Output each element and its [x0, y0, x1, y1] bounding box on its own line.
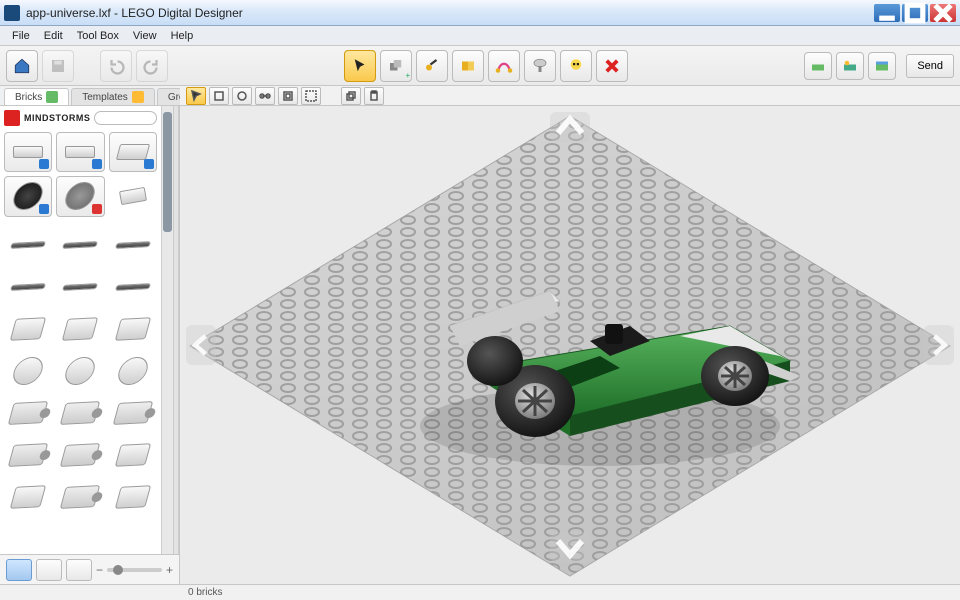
sel-color-button[interactable] — [209, 87, 229, 105]
palette-zoom-slider[interactable] — [107, 568, 162, 572]
paint-tool[interactable] — [524, 50, 556, 82]
sidebar-resize-handle[interactable] — [173, 106, 179, 554]
list-item[interactable] — [4, 227, 52, 263]
list-item[interactable] — [4, 395, 52, 431]
3d-viewport[interactable] — [180, 106, 960, 584]
sel-connected-button[interactable] — [255, 87, 275, 105]
orbit-up-button[interactable] — [550, 112, 590, 142]
orbit-down-button[interactable] — [550, 532, 590, 562]
theme-label: MINDSTORMS — [24, 113, 90, 123]
palette-header: MINDSTORMS — [4, 110, 157, 126]
list-item[interactable] — [109, 479, 157, 515]
list-item[interactable] — [56, 269, 104, 305]
list-item[interactable] — [56, 353, 104, 389]
list-item[interactable] — [56, 311, 104, 347]
select-tool[interactable] — [344, 50, 376, 82]
mode-build-button[interactable] — [804, 52, 832, 80]
send-label: Send — [917, 60, 943, 72]
zoom-out-icon[interactable]: − — [96, 563, 103, 577]
list-view-button[interactable] — [66, 559, 92, 581]
brick-search-input[interactable] — [94, 111, 157, 125]
selection-toolbar — [180, 86, 960, 106]
list-item[interactable] — [109, 437, 157, 473]
list-item[interactable] — [4, 353, 52, 389]
title-bar: app-universe.lxf - LEGO Digital Designer — [0, 0, 960, 26]
menu-help[interactable]: Help — [165, 28, 200, 44]
menu-toolbox[interactable]: Tool Box — [71, 28, 125, 44]
scrollbar-thumb[interactable] — [163, 112, 172, 232]
list-item[interactable] — [4, 437, 52, 473]
tab-label: Templates — [82, 92, 128, 103]
list-item[interactable] — [109, 353, 157, 389]
list-item[interactable] — [56, 437, 104, 473]
divided-view-button[interactable] — [36, 559, 62, 581]
delete-tool[interactable] — [596, 50, 628, 82]
list-item[interactable] — [56, 227, 104, 263]
category-plate-1[interactable] — [4, 132, 52, 172]
copy-button[interactable] — [341, 87, 361, 105]
window-title: app-universe.lxf - LEGO Digital Designer — [26, 6, 872, 20]
category-plate-2[interactable] — [56, 132, 104, 172]
main-toolbar: + Send — [0, 46, 960, 86]
send-button[interactable]: Send — [906, 54, 954, 78]
close-button[interactable] — [930, 4, 956, 22]
clone-tool[interactable]: + — [380, 50, 412, 82]
list-item[interactable] — [4, 311, 52, 347]
category-gear[interactable] — [56, 176, 104, 216]
list-item[interactable] — [4, 269, 52, 305]
redo-button[interactable] — [136, 50, 168, 82]
status-bar: 0 bricks — [0, 584, 960, 600]
grid-view-button[interactable] — [6, 559, 32, 581]
flex-tool[interactable] — [488, 50, 520, 82]
palette-scrollbar[interactable] — [161, 106, 173, 554]
minimize-button[interactable] — [874, 4, 900, 22]
lego-badge-icon — [4, 110, 20, 126]
main-area: MINDSTORMS — [0, 106, 960, 584]
hide-tool[interactable] — [560, 50, 592, 82]
tab-label: Bricks — [15, 92, 42, 103]
home-button[interactable] — [6, 50, 38, 82]
scene-render — [180, 106, 960, 584]
list-item[interactable] — [109, 311, 157, 347]
palette-footer: − + — [0, 554, 179, 584]
orbit-left-button[interactable] — [186, 325, 216, 365]
maximize-button[interactable] — [902, 4, 928, 22]
tab-templates[interactable]: Templates — [71, 88, 155, 105]
category-wheel[interactable] — [4, 176, 52, 216]
list-item[interactable] — [56, 479, 104, 515]
brick-count-label: 0 bricks — [188, 587, 222, 598]
undo-button[interactable] — [100, 50, 132, 82]
zoom-in-icon[interactable]: + — [166, 563, 173, 577]
part-list — [4, 227, 157, 515]
menu-view[interactable]: View — [127, 28, 163, 44]
sel-invert-button[interactable] — [278, 87, 298, 105]
sel-single-button[interactable] — [186, 87, 206, 105]
brick-palette-panel: MINDSTORMS — [0, 106, 180, 584]
paste-button[interactable] — [364, 87, 384, 105]
category-slope[interactable] — [109, 132, 157, 172]
list-item[interactable] — [109, 269, 157, 305]
mode-view-button[interactable] — [836, 52, 864, 80]
orbit-right-button[interactable] — [924, 325, 954, 365]
app-icon — [4, 5, 20, 21]
menu-file[interactable]: File — [6, 28, 36, 44]
tab-bricks[interactable]: Bricks — [4, 88, 69, 105]
brick-icon — [46, 91, 58, 103]
hinge-align-tool[interactable] — [452, 50, 484, 82]
sel-shape-button[interactable] — [232, 87, 252, 105]
category-misc[interactable] — [109, 176, 157, 216]
list-item[interactable] — [56, 395, 104, 431]
list-item[interactable] — [4, 479, 52, 515]
sel-all-button[interactable] — [301, 87, 321, 105]
menu-bar: File Edit Tool Box View Help — [0, 26, 960, 46]
mode-guide-button[interactable] — [868, 52, 896, 80]
hinge-tool[interactable] — [416, 50, 448, 82]
save-button[interactable] — [42, 50, 74, 82]
list-item[interactable] — [109, 395, 157, 431]
list-item[interactable] — [109, 227, 157, 263]
sidebar-tabs: Bricks Templates Groups — [0, 86, 180, 106]
template-icon — [132, 91, 144, 103]
menu-edit[interactable]: Edit — [38, 28, 69, 44]
